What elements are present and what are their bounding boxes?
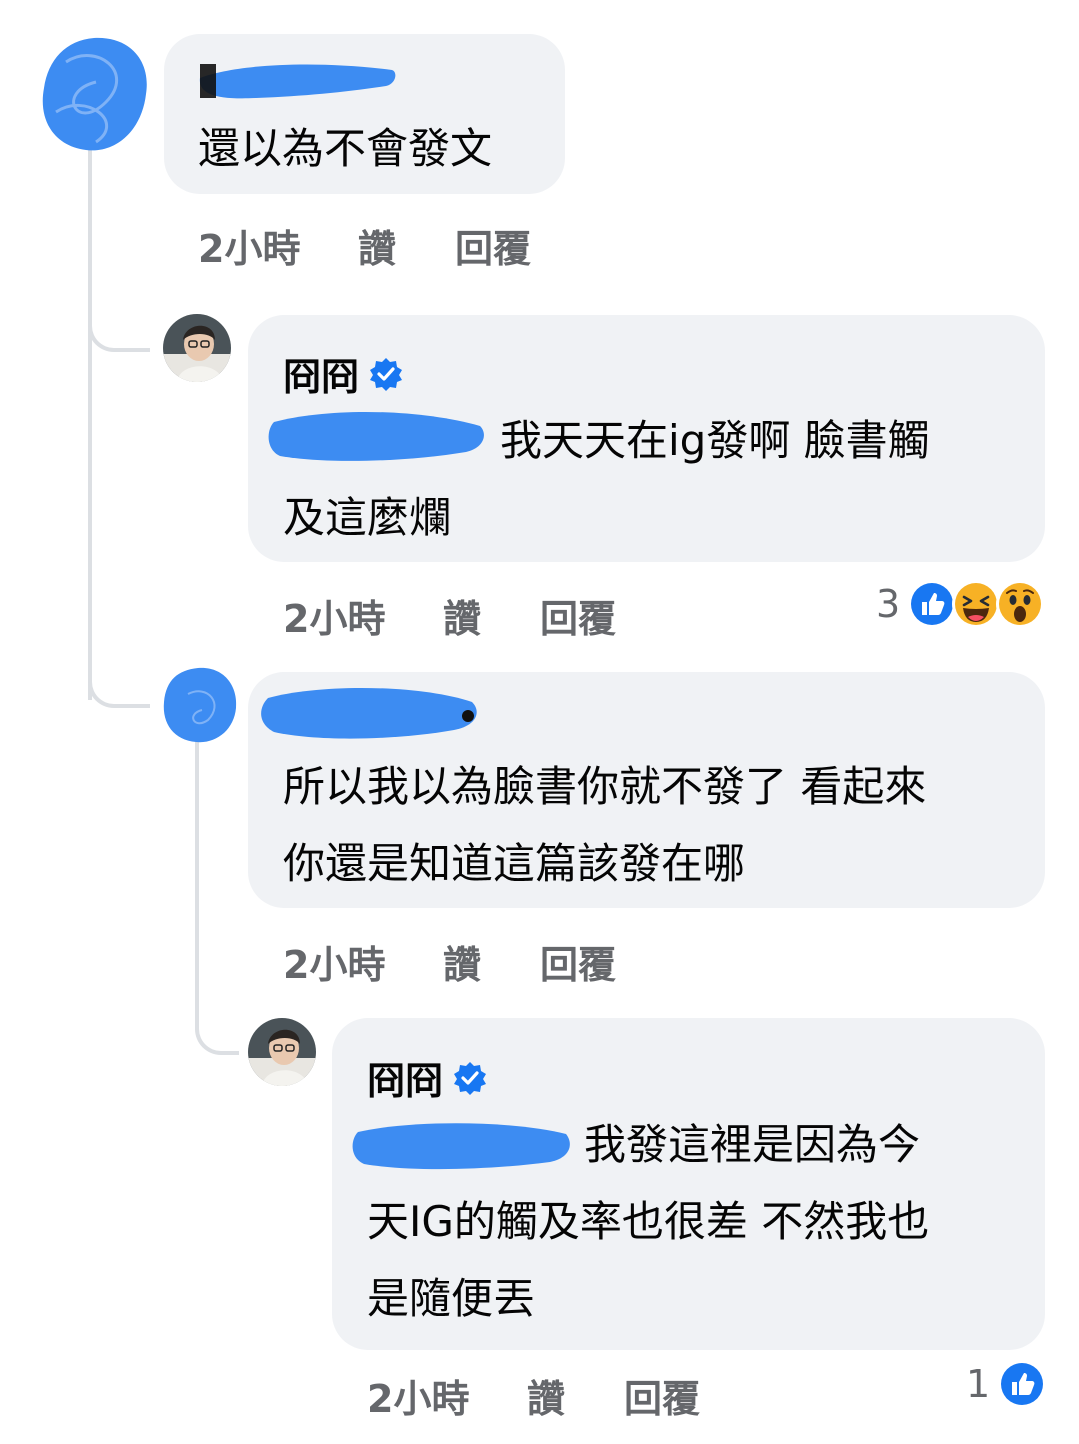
commenter-name-label[interactable]: 冏冏 bbox=[367, 1050, 443, 1105]
reply-button[interactable]: 回覆 bbox=[540, 934, 616, 989]
haha-icon bbox=[952, 580, 1001, 628]
comment-time[interactable]: 2小時 bbox=[283, 588, 443, 643]
comment-time[interactable]: 2小時 bbox=[198, 218, 358, 273]
like-icon bbox=[998, 1360, 1047, 1408]
reply-2: 冏冏 我發這裡是因為今 天IG的觸及率也很差 不然我也 是隨便丟 2小時 讚 回… bbox=[0, 1010, 1079, 1444]
reply-button[interactable]: 回覆 bbox=[540, 588, 616, 643]
comment-time[interactable]: 2小時 bbox=[283, 934, 443, 989]
redacted-mention bbox=[352, 1123, 570, 1170]
verified-badge-icon bbox=[454, 1061, 487, 1095]
like-button[interactable]: 讚 bbox=[443, 588, 540, 643]
redacted-name bbox=[261, 687, 477, 739]
wow-icon bbox=[996, 580, 1045, 628]
reactions-summary[interactable]: 3 bbox=[876, 580, 1045, 628]
reactions-summary[interactable]: 1 bbox=[966, 1360, 1047, 1408]
redacted-name bbox=[199, 64, 396, 99]
comment-actions: 2小時 讚 回覆 bbox=[283, 934, 616, 989]
comment-1: 還以為不會發文 2小時 讚 回覆 bbox=[0, 0, 1079, 280]
reply-button[interactable]: 回覆 bbox=[624, 1368, 700, 1423]
like-button[interactable]: 讚 bbox=[358, 218, 455, 273]
like-icon bbox=[908, 580, 957, 628]
comment-time[interactable]: 2小時 bbox=[367, 1368, 527, 1423]
comment-actions: 2小時 讚 回覆 bbox=[198, 218, 531, 273]
redacted-mention bbox=[268, 411, 484, 461]
comment-text-line: 我天天在ig發啊 臉書觸 bbox=[500, 416, 930, 465]
comment-actions: 2小時 讚 回覆 bbox=[367, 1368, 700, 1423]
like-button[interactable]: 讚 bbox=[443, 934, 540, 989]
comment-text-line: 你還是知道這篇該發在哪 bbox=[283, 839, 746, 888]
avatar[interactable] bbox=[163, 314, 231, 382]
commenter-name[interactable]: 冏冏 bbox=[367, 1050, 487, 1105]
commenter-name[interactable]: 冏冏 bbox=[283, 346, 403, 401]
reply-button[interactable]: 回覆 bbox=[455, 218, 531, 273]
commenter-name-label[interactable]: 冏冏 bbox=[283, 346, 359, 401]
redacted-avatar[interactable] bbox=[158, 664, 240, 746]
comment-actions: 2小時 讚 回覆 bbox=[283, 588, 616, 643]
comment-text: 還以為不會發文 bbox=[198, 124, 493, 173]
comment-text-line: 我發這裡是因為今 bbox=[584, 1120, 921, 1169]
reaction-count: 3 bbox=[876, 582, 901, 626]
reaction-count: 1 bbox=[966, 1362, 991, 1406]
comment-text-line: 及這麼爛 bbox=[283, 493, 452, 542]
comment-2: 所以我以為臉書你就不發了 看起來 你還是知道這篇該發在哪 2小時 讚 回覆 bbox=[0, 660, 1079, 1000]
verified-badge-icon bbox=[370, 357, 403, 391]
comment-text-line: 所以我以為臉書你就不發了 看起來 bbox=[283, 762, 927, 811]
comment-text-line: 是隨便丟 bbox=[367, 1274, 536, 1323]
redacted-avatar[interactable] bbox=[36, 32, 152, 160]
comment-text-line: 天IG的觸及率也很差 不然我也 bbox=[367, 1197, 930, 1246]
avatar[interactable] bbox=[248, 1018, 316, 1086]
like-button[interactable]: 讚 bbox=[527, 1368, 624, 1423]
reply-1: 冏冏 我天天在ig發啊 臉書觸 及這麼爛 2小時 讚 回覆 3 bbox=[0, 300, 1079, 643]
